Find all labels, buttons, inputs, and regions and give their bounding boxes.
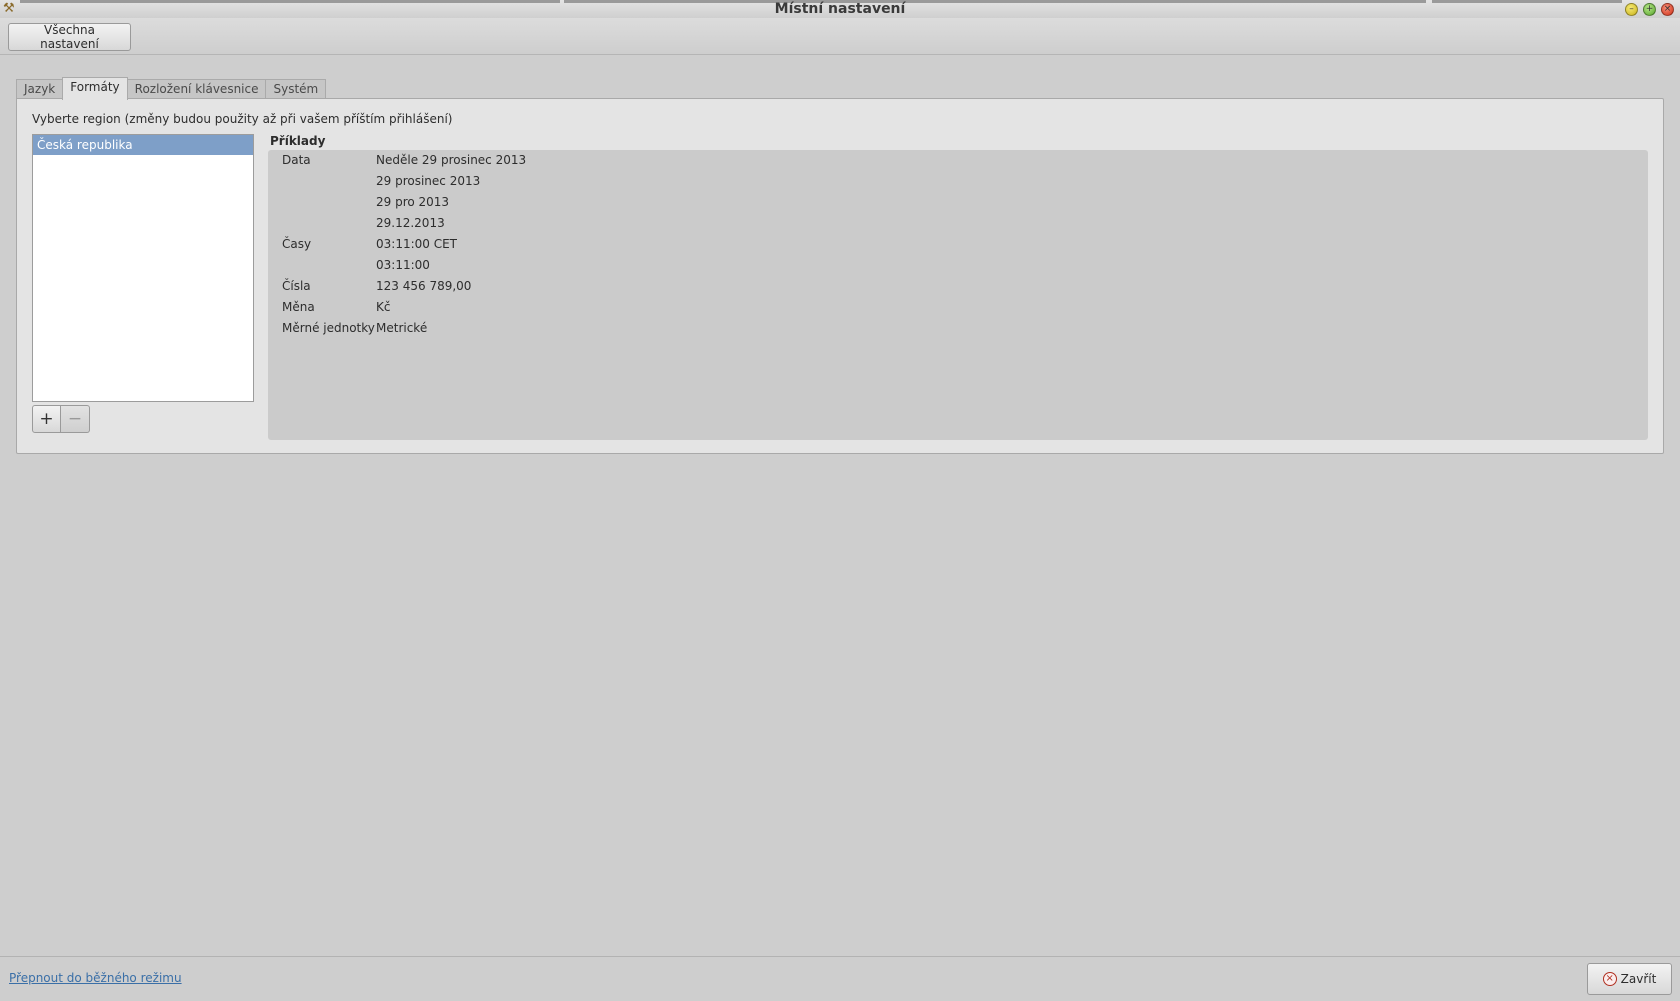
example-value: Kč [376,300,391,314]
example-value: 29 pro 2013 [376,195,450,209]
minimize-icon: – [1629,4,1634,14]
region-list[interactable]: Česká republika [32,134,254,402]
example-value: 123 456 789,00 [376,279,472,293]
close-button[interactable]: × Zavřít [1587,963,1672,995]
switch-mode-link[interactable]: Přepnout do běžného režimu [9,971,182,985]
example-value: Neděle 29 prosinec 2013 [376,153,527,167]
add-region-button[interactable]: + [32,405,61,433]
all-settings-button[interactable]: Všechna nastavení [8,23,131,51]
maximize-icon: + [1645,4,1654,14]
example-key: Měrné jednotky [282,321,375,335]
tab-formats[interactable]: Formáty [62,77,128,100]
footer-bar: Přepnout do běžného režimu × Zavřít [0,956,1680,1001]
toolbar: Všechna nastavení [0,18,1680,55]
example-value: 29 prosinec 2013 [376,174,481,188]
tab-keyboard-layout[interactable]: Rozložení klávesnice [126,79,267,99]
remove-region-button[interactable]: − [61,405,90,433]
example-value: Metrické [376,321,428,335]
formats-panel: Vyberte region (změny budou použity až p… [16,98,1664,454]
window-close-button[interactable]: × [1661,3,1674,16]
tab-system[interactable]: Systém [265,79,327,99]
region-hint: Vyberte region (změny budou použity až p… [32,112,453,126]
close-button-label: Zavřít [1620,972,1657,986]
close-icon: × [1663,4,1672,14]
example-key: Data [282,153,311,167]
tab-bar: Jazyk Formáty Rozložení klávesnice Systé… [16,77,327,100]
example-value: 29.12.2013 [376,216,445,230]
example-key: Časy [282,237,312,251]
close-circle-icon: × [1602,972,1617,986]
examples-title: Příklady [270,134,326,148]
maximize-button[interactable]: + [1643,3,1656,16]
examples-box: Data Neděle 29 prosinec 2013 29 prosinec… [268,150,1648,440]
example-key: Měna [282,300,315,314]
title-bar: ⚒ Místní nastavení – + × [0,0,1680,18]
region-item-czech-republic[interactable]: Česká republika [33,135,253,155]
example-value: 03:11:00 [376,258,430,272]
example-value: 03:11:00 CET [376,237,457,251]
window-title: Místní nastavení [774,1,906,17]
example-key: Čísla [282,279,311,293]
minimize-button[interactable]: – [1625,3,1638,16]
tab-language[interactable]: Jazyk [16,79,64,99]
region-list-buttons: + − [32,405,90,433]
